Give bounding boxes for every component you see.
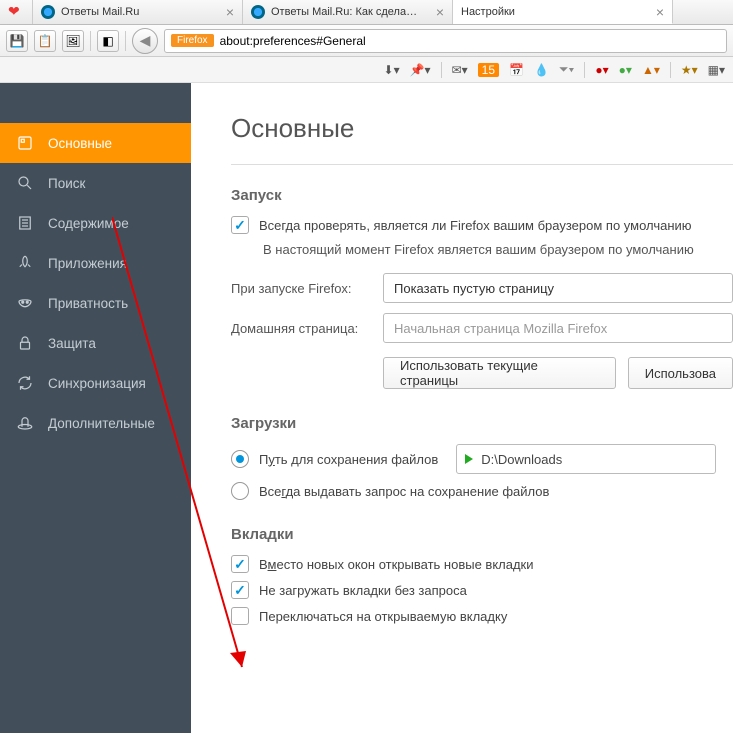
close-icon[interactable]: × — [436, 4, 444, 20]
address-text: about:preferences#General — [220, 34, 366, 48]
sidebar-item-sync[interactable]: Синхронизация — [0, 363, 191, 403]
divider — [231, 164, 733, 165]
pin-icon[interactable]: 📌▾ — [410, 63, 431, 77]
checkbox-label: Вместо новых окон открывать новые вкладк… — [259, 557, 534, 572]
radio-label: Путь для сохранения файлов — [259, 452, 438, 467]
tab-favorite[interactable]: ❤ — [0, 0, 33, 24]
mail-icon[interactable]: ✉▾ — [452, 63, 468, 77]
filter-icon[interactable]: ⏷▾ — [559, 62, 574, 77]
sidebar-item-label: Основные — [48, 136, 112, 151]
save-to-radio[interactable] — [231, 450, 249, 468]
sidebar-item-privacy[interactable]: Приватность — [0, 283, 191, 323]
checkbox-label: Переключаться на открываемую вкладку — [259, 609, 507, 624]
back-button[interactable]: ◀ — [132, 28, 158, 54]
calendar-icon[interactable]: 📅 — [509, 63, 524, 77]
main-area: Основные Поиск Содержимое Приложения При… — [0, 83, 733, 733]
sidebar-item-search[interactable]: Поиск — [0, 163, 191, 203]
triangle-icon[interactable]: ▲▾ — [642, 63, 660, 77]
hat-icon — [16, 414, 34, 432]
when-start-select[interactable]: Показать пустую страницу — [383, 273, 733, 303]
sidebar-item-content[interactable]: Содержимое — [0, 203, 191, 243]
tab-label: Настройки — [461, 6, 515, 18]
checkbox-label: Не загружать вкладки без запроса — [259, 583, 467, 598]
sidebar-item-label: Защита — [48, 336, 96, 351]
checkbox-label: Всегда проверять, является ли Firefox ва… — [259, 218, 692, 233]
page-title: Основные — [231, 113, 733, 144]
always-ask-radio[interactable] — [231, 482, 249, 500]
download-icon[interactable]: ⬇▾ — [384, 63, 400, 77]
secondary-toolbar: ⬇▾ 📌▾ ✉▾ 15 📅 💧 ⏷▾ ●▾ ●▾ ▲▾ ★▾ ▦▾ — [0, 57, 733, 83]
settings-sidebar: Основные Поиск Содержимое Приложения При… — [0, 83, 191, 733]
tab-label: Ответы Mail.Ru: Как сдела… — [271, 6, 417, 18]
play-icon — [465, 454, 473, 464]
drop-icon[interactable]: 💧 — [534, 63, 549, 77]
sidebar-item-label: Приватность — [48, 296, 128, 311]
tab-settings[interactable]: Настройки × — [453, 0, 673, 24]
close-icon[interactable]: × — [226, 4, 234, 20]
radio-label: Всегда выдавать запрос на сохранение фай… — [259, 484, 549, 499]
search-icon — [16, 174, 34, 192]
rocket-icon — [16, 254, 34, 272]
heart-icon: ❤ — [8, 4, 24, 20]
open-in-tabs-checkbox[interactable] — [231, 555, 249, 573]
star-icon[interactable]: ★▾ — [681, 63, 698, 77]
use-bookmark-button[interactable]: Использова — [628, 357, 733, 389]
firefox-badge: Firefox — [171, 34, 214, 47]
sync-icon — [16, 374, 34, 392]
image-icon[interactable]: 🖼 — [62, 30, 84, 52]
sidebar-item-general[interactable]: Основные — [0, 123, 191, 163]
badge-count[interactable]: 15 — [478, 63, 499, 77]
sidebar-item-label: Синхронизация — [48, 376, 146, 391]
sidebar-item-label: Поиск — [48, 176, 85, 191]
copy-icon[interactable]: 📋 — [34, 30, 56, 52]
general-icon — [16, 134, 34, 152]
sidebar-item-security[interactable]: Защита — [0, 323, 191, 363]
save-icon[interactable]: 💾 — [6, 30, 28, 52]
grid-icon[interactable]: ▦▾ — [708, 63, 725, 77]
mask-icon — [16, 294, 34, 312]
default-browser-checkbox[interactable] — [231, 216, 249, 234]
sidebar-item-label: Содержимое — [48, 216, 129, 231]
section-tabs: Вкладки — [231, 526, 733, 543]
dont-load-checkbox[interactable] — [231, 581, 249, 599]
mailru-icon — [41, 5, 55, 19]
close-icon[interactable]: × — [656, 4, 664, 20]
when-start-label: При запуске Firefox: — [231, 281, 373, 296]
sidebar-item-label: Дополнительные — [48, 416, 155, 431]
download-path[interactable]: D:\Downloads — [456, 444, 716, 474]
dot-icon[interactable]: ●▾ — [619, 63, 632, 77]
lock-icon — [16, 334, 34, 352]
switch-to-checkbox[interactable] — [231, 607, 249, 625]
homepage-label: Домашняя страница: — [231, 321, 373, 336]
window-icon[interactable]: ◧ — [97, 30, 119, 52]
homepage-input[interactable]: Начальная страница Mozilla Firefox — [383, 313, 733, 343]
tab-mailru-1[interactable]: Ответы Mail.Ru × — [33, 0, 243, 24]
section-downloads: Загрузки — [231, 415, 733, 432]
use-current-pages-button[interactable]: Использовать текущие страницы — [383, 357, 616, 389]
settings-content: Основные Запуск Всегда проверять, являет… — [191, 83, 733, 733]
sidebar-item-label: Приложения — [48, 256, 127, 271]
tab-label: Ответы Mail.Ru — [61, 6, 139, 18]
mailru-icon — [251, 5, 265, 19]
content-icon — [16, 214, 34, 232]
default-browser-status: В настоящий момент Firefox является ваши… — [263, 242, 733, 257]
address-bar[interactable]: Firefox about:preferences#General — [164, 29, 727, 53]
tab-mailru-2[interactable]: Ответы Mail.Ru: Как сдела… × — [243, 0, 453, 24]
sidebar-item-advanced[interactable]: Дополнительные — [0, 403, 191, 443]
main-toolbar: 💾 📋 🖼 ◧ ◀ Firefox about:preferences#Gene… — [0, 25, 733, 57]
section-startup: Запуск — [231, 187, 733, 204]
sidebar-item-apps[interactable]: Приложения — [0, 243, 191, 283]
browser-tabstrip: ❤ Ответы Mail.Ru × Ответы Mail.Ru: Как сд… — [0, 0, 733, 25]
record-icon[interactable]: ●▾ — [595, 63, 608, 77]
